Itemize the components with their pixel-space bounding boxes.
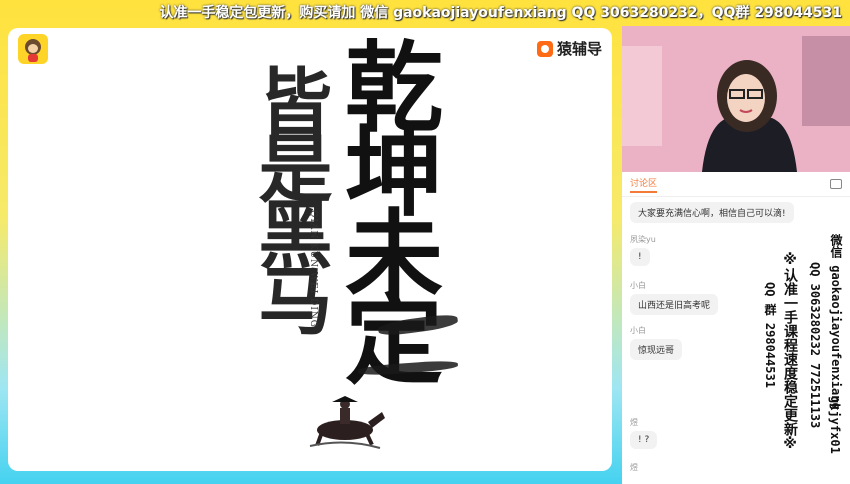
top-watermark: 认准一手稳定包更新，购买请加 微信 gaokaojiayoufenxiang Q… [159,5,842,21]
chat-message: 小白 惊现远哥 [630,325,683,360]
message-bubble: ! [630,248,650,266]
message-author: 小白 [630,326,646,335]
chat-message: 小白 山西还是旧高考呢 [630,280,719,315]
slide-canvas: 猿辅导 皆是黑马 乾坤未定 QIAN KUN WEI DING [8,28,612,471]
chat-options-icon[interactable] [830,179,842,189]
side-watermark-notice: ※认准一手课程速度稳定更新※ [782,252,798,452]
horse-rider-illustration [309,396,385,449]
side-watermark-qq: QQ 3063280232 772511133 [808,262,822,429]
side-watermark-wechat: 微信 gaokaojiayoufenxiang [829,234,843,410]
message-author: 煜 [630,463,638,472]
tab-discussion[interactable]: 讨论区 [630,176,658,193]
brand-name: 猿辅导 [556,40,602,58]
calligraphy-pinyin: QIAN KUN WEI DING [308,210,318,328]
side-watermark-extra: gkjyfx01 [828,396,842,454]
message-author: 夙染yu [630,235,656,244]
chat-message: 夙染yu ! [630,234,656,266]
chat-header: 讨论区 [622,172,850,197]
discussion-panel: 讨论区 大家要充满信心啊，相信自己可以滴! 夙染yu ! 小白 山西还是旧高考呢… [622,172,850,484]
message-bubble: 山西还是旧高考呢 [630,294,719,315]
chat-message: 煜 [630,462,638,476]
brand-mark-icon [536,40,553,57]
mascot-logo-icon [18,34,48,64]
instructor-video-feed [622,26,850,172]
instructor-video-illustration [622,26,850,172]
message-bubble: 惊现远哥 [630,339,683,360]
message-author: 小白 [630,281,646,290]
message-bubble: ! ? [630,431,658,449]
chat-message: 煜 ! ? [630,417,658,449]
chat-message: 大家要充满信心啊，相信自己可以滴! [630,202,794,223]
side-watermark-qq-group: QQ 群 298044531 [763,282,777,388]
brand-logo: 猿辅导 [536,38,602,59]
message-bubble: 大家要充满信心啊，相信自己可以滴! [630,202,794,223]
message-author: 煜 [630,418,638,427]
